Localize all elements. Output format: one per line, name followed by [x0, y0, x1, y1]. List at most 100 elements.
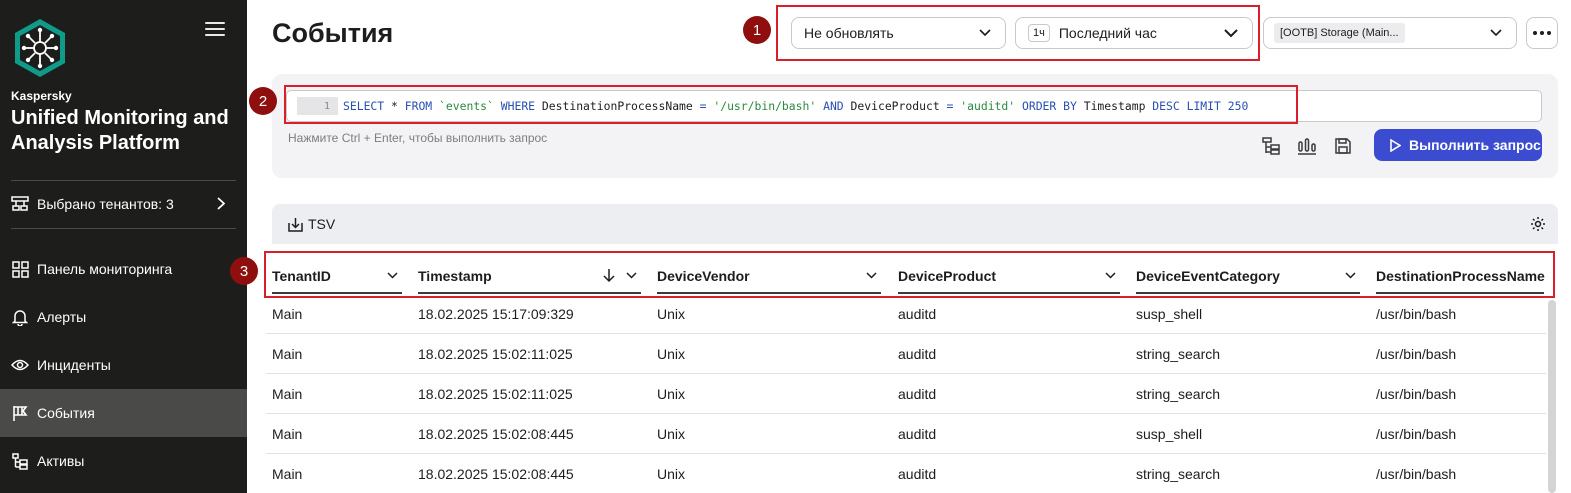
table-row[interactable]: Main 18.02.2025 15:02:08:445 Unix auditd str… — [266, 454, 1546, 493]
tenant-selector-label: Выбрано тенантов: 3 — [37, 196, 174, 212]
storage-select[interactable]: [OOTB] Storage (Main... — [1263, 17, 1517, 49]
export-tsv-button[interactable]: TSV — [288, 216, 335, 232]
query-token: 'auditd' — [953, 99, 1022, 113]
chevron-down-icon — [866, 272, 877, 279]
query-token: FROM — [404, 99, 433, 113]
run-query-button[interactable]: Выполнить запрос — [1374, 129, 1542, 161]
column-header-deviceproduct[interactable]: DeviceProduct — [898, 260, 1120, 294]
column-header-label: DeviceVendor — [657, 268, 750, 284]
table-cell: auditd — [898, 386, 937, 402]
query-hint: Нажмите Ctrl + Enter, чтобы выполнить за… — [288, 131, 548, 145]
table-cell: string_search — [1136, 466, 1221, 482]
column-header-label: TenantID — [272, 268, 331, 284]
brand-vendor: Kaspersky — [11, 89, 72, 103]
tree-icon — [11, 452, 29, 470]
table-cell: susp_shell — [1136, 426, 1203, 442]
query-code: SELECT * FROM `events` WHERE Destination… — [343, 99, 1248, 113]
storage-select-value: [OOTB] Storage (Main... — [1274, 23, 1405, 43]
chevron-right-icon — [217, 197, 225, 210]
divider — [11, 228, 236, 229]
query-builder-icon[interactable] — [1261, 136, 1281, 156]
refresh-select-value: Не обновлять — [804, 25, 894, 41]
table-cell: string_search — [1136, 346, 1221, 362]
table-row[interactable]: Main 18.02.2025 15:02:08:445 Unix auditd sus… — [266, 414, 1546, 454]
sidebar-item-label: Панель мониторинга — [37, 261, 173, 277]
query-token: * — [384, 99, 405, 113]
kaspersky-logo-icon[interactable] — [12, 17, 68, 79]
query-editor[interactable]: 1 SELECT * FROM `events` WHERE Destinati… — [286, 90, 1542, 122]
sidebar-item-assets[interactable]: Активы — [0, 437, 247, 485]
table-cell: susp_shell — [1136, 306, 1203, 322]
table-cell: 18.02.2025 15:02:08:445 — [418, 466, 574, 482]
period-badge: 1ч — [1028, 24, 1050, 42]
table-cell: Unix — [657, 346, 686, 362]
query-token: DESC LIMIT 250 — [1152, 99, 1249, 113]
refresh-select[interactable]: Не обновлять — [791, 17, 1006, 49]
sidebar-item-events[interactable]: События — [0, 389, 247, 437]
column-header-label: Timestamp — [418, 268, 492, 284]
more-options-button[interactable] — [1526, 17, 1558, 49]
table-cell: Unix — [657, 386, 686, 402]
sidebar-item-label: Инциденты — [37, 357, 111, 373]
column-header-timestamp[interactable]: Timestamp — [418, 260, 641, 294]
dashboard-icon — [11, 260, 29, 278]
divider — [11, 180, 236, 181]
query-token: ORDER BY — [1021, 99, 1077, 113]
table-cell: Main — [272, 386, 303, 402]
table-cell: auditd — [898, 306, 937, 322]
annotation-badge: 1 — [743, 16, 771, 44]
column-header-deviceeventcategory[interactable]: DeviceEventCategory — [1136, 260, 1360, 294]
column-header-label: DeviceEventCategory — [1136, 268, 1280, 284]
table-cell: Unix — [657, 306, 686, 322]
annotation-badge: 3 — [230, 257, 258, 285]
table-cell: auditd — [898, 346, 937, 362]
download-icon — [288, 217, 303, 232]
table-scrollbar[interactable] — [1548, 300, 1556, 493]
brand-title: Unified Monitoring and Analysis Platform — [11, 107, 229, 154]
menu-icon[interactable] — [205, 22, 225, 38]
table-cell: /usr/bin/bash — [1376, 466, 1457, 482]
period-select-value: Последний час — [1058, 25, 1157, 41]
sort-descending-icon — [603, 269, 615, 283]
annotation-badge: 2 — [249, 87, 277, 115]
table-cell: Main — [272, 346, 303, 362]
page-title: События — [272, 18, 394, 48]
sidebar-item-dashboard[interactable]: Панель мониторинга — [0, 245, 247, 293]
export-tsv-label: TSV — [308, 216, 336, 232]
period-select[interactable]: 1ч Последний час — [1015, 17, 1253, 49]
table-cell: 18.02.2025 15:02:11:025 — [418, 386, 573, 402]
table-cell: auditd — [898, 466, 937, 482]
chevron-down-icon — [1345, 272, 1356, 279]
table-cell: /usr/bin/bash — [1376, 426, 1457, 442]
table-cell: string_search — [1136, 386, 1221, 402]
table-row[interactable]: Main 18.02.2025 15:02:11:025 Unix auditd str… — [266, 334, 1546, 374]
chevron-down-icon — [1490, 29, 1502, 37]
table-row[interactable]: Main 18.02.2025 15:17:09:329 Unix auditd sus… — [266, 294, 1546, 334]
sidebar-item-incidents[interactable]: Инциденты — [0, 341, 247, 389]
query-token: = — [699, 99, 707, 113]
table-row[interactable]: Main 18.02.2025 15:02:11:025 Unix auditd str… — [266, 374, 1546, 414]
column-header-tenantid[interactable]: TenantID — [272, 260, 402, 294]
chevron-down-icon — [626, 272, 637, 279]
query-token: DeviceProduct — [843, 99, 947, 113]
chevron-down-icon — [1224, 29, 1238, 38]
table-cell: 18.02.2025 15:02:11:025 — [418, 346, 573, 362]
table-cell: auditd — [898, 426, 937, 442]
eye-icon — [11, 356, 29, 374]
column-header-devicevendor[interactable]: DeviceVendor — [657, 260, 881, 294]
column-header-destinationprocessname[interactable]: DestinationProcessName — [1376, 260, 1545, 294]
save-icon[interactable] — [1333, 136, 1353, 156]
chart-icon[interactable] — [1297, 136, 1317, 156]
tenants-icon — [11, 195, 29, 213]
results-toolbar — [272, 204, 1558, 244]
chevron-down-icon — [1105, 272, 1116, 279]
line-number: 1 — [297, 97, 338, 115]
tenant-selector[interactable]: Выбрано тенантов: 3 — [0, 188, 247, 220]
gear-icon[interactable] — [1530, 216, 1546, 232]
chevron-down-icon — [387, 272, 398, 279]
query-token: '/usr/bin/bash' — [706, 99, 824, 113]
table-cell: Unix — [657, 466, 686, 482]
table-cell: /usr/bin/bash — [1376, 386, 1457, 402]
table-cell: Main — [272, 306, 303, 322]
sidebar-item-alerts[interactable]: Алерты — [0, 293, 247, 341]
